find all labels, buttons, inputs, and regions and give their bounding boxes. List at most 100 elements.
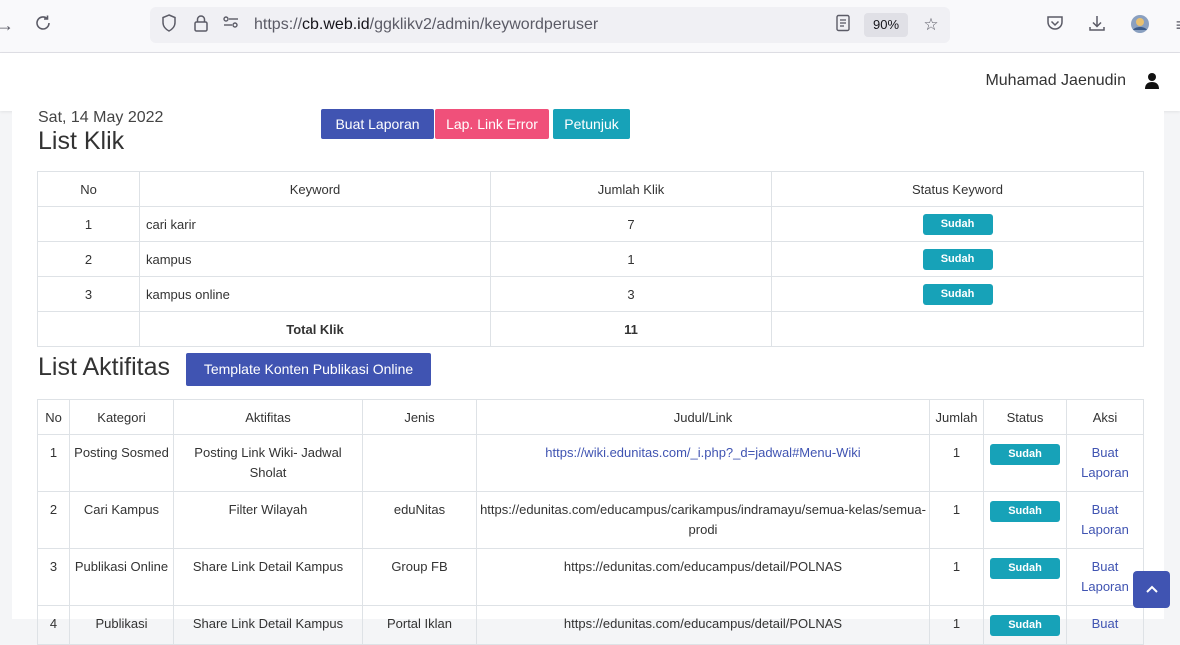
shield-icon[interactable] [158,14,180,36]
row-status: Sudah [771,241,1144,277]
column-header: Jumlah Klik [490,171,772,207]
column-header: Judul/Link [476,399,930,435]
status-badge[interactable]: Sudah [990,558,1060,579]
buat-laporan-link[interactable]: Buat Laporan [1081,445,1129,480]
row-judul: https://wiki.edunitas.com/_i.php?_d=jadw… [476,434,930,492]
column-header: Status [983,399,1067,435]
total-value: 11 [490,311,772,347]
row-jenis: Group FB [362,548,477,606]
row-aksi: Buat Laporan [1066,548,1144,606]
row-no: 1 [37,434,70,492]
row-status: Sudah [771,206,1144,242]
status-badge[interactable]: Sudah [990,444,1060,465]
row-status: Sudah [983,605,1067,645]
row-no: 2 [37,491,70,549]
row-jumlah: 1 [490,241,772,277]
row-status: Sudah [983,548,1067,606]
table-row: 4 Publikasi Share Link Detail Kampus Por… [37,605,1144,645]
reload-icon[interactable] [32,14,54,36]
empty-cell [37,311,140,347]
column-header: No [37,171,140,207]
table-header-row: No Kategori Aktifitas Jenis Judul/Link J… [37,399,1144,435]
row-status: Sudah [983,491,1067,549]
status-badge[interactable]: Sudah [990,501,1060,522]
row-jumlah: 7 [490,206,772,242]
user-icon[interactable] [1144,71,1160,91]
row-aksi: Buat [1066,605,1144,645]
column-header: No [37,399,70,435]
lap-link-error-button[interactable]: Lap. Link Error [435,109,549,139]
column-header: Aktifitas [173,399,363,435]
buat-laporan-link[interactable]: Buat Laporan [1081,502,1129,537]
column-header: Aksi [1066,399,1144,435]
lock-icon[interactable] [190,14,212,36]
reader-view-icon[interactable] [832,14,854,36]
scroll-to-top-button[interactable] [1133,571,1170,608]
row-jumlah: 1 [929,548,984,606]
row-aksi: Buat Laporan [1066,434,1144,492]
row-no: 2 [37,241,140,277]
status-badge[interactable]: Sudah [922,248,993,270]
permissions-icon[interactable] [220,14,242,36]
row-status: Sudah [771,276,1144,312]
template-konten-button[interactable]: Template Konten Publikasi Online [186,353,431,386]
status-badge[interactable]: Sudah [990,615,1060,636]
table-header-row: No Keyword Jumlah Klik Status Keyword [37,171,1144,207]
row-aktifitas: Posting Link Wiki- Jadwal Sholat [173,434,363,492]
table-row: 2 Cari Kampus Filter Wilayah eduNitas ht… [37,491,1144,549]
row-no: 1 [37,206,140,242]
address-bar[interactable]: https://cb.web.id/ggklikv2/admin/keyword… [150,7,950,43]
row-status: Sudah [983,434,1067,492]
row-jumlah: 3 [490,276,772,312]
row-jumlah: 1 [929,434,984,492]
column-header: Jenis [362,399,477,435]
table-row: 3 kampus online 3 Sudah [37,276,1144,312]
total-label: Total Klik [139,311,491,347]
row-jenis: Portal Iklan [362,605,477,645]
column-header: Status Keyword [771,171,1144,207]
row-aktifitas: Share Link Detail Kampus [173,548,363,606]
report-date: Sat, 14 May 2022 [38,109,164,126]
judul-link[interactable]: https://wiki.edunitas.com/_i.php?_d=jadw… [545,445,860,460]
table-row: 2 kampus 1 Sudah [37,241,1144,277]
empty-cell [771,311,1144,347]
total-row: Total Klik 11 [37,311,1144,347]
status-badge[interactable]: Sudah [922,283,993,305]
buat-laporan-link[interactable]: Buat Laporan [1081,559,1129,594]
buat-laporan-link[interactable]: Buat [1092,616,1119,631]
row-jenis [362,434,477,492]
row-jumlah: 1 [929,605,984,645]
row-keyword: kampus online [139,276,491,312]
user-name[interactable]: Muhamad Jaenudin [985,72,1126,90]
list-aktifitas-title: List Aktifitas [38,353,170,381]
pocket-icon[interactable] [1044,14,1066,36]
forward-icon[interactable]: → [0,14,16,36]
row-no: 3 [37,276,140,312]
petunjuk-button[interactable]: Petunjuk [553,109,630,139]
download-icon[interactable] [1086,14,1108,36]
app-header: Muhamad Jaenudin [0,53,1180,111]
row-jenis: eduNitas [362,491,477,549]
column-header: Keyword [139,171,491,207]
url-text[interactable]: https://cb.web.id/ggklikv2/admin/keyword… [254,16,598,34]
zoom-level[interactable]: 90% [864,13,908,37]
row-aktifitas: Filter Wilayah [173,491,363,549]
row-no: 4 [37,605,70,645]
row-keyword: cari karir [139,206,491,242]
column-header: Jumlah [929,399,984,435]
menu-icon[interactable]: ≡ [1170,14,1180,36]
buat-laporan-button[interactable]: Buat Laporan [321,109,434,139]
column-header: Kategori [69,399,174,435]
row-judul: https://edunitas.com/educampus/carikampu… [476,491,930,549]
browser-toolbar: → https://cb.web.id/ggklikv2/admin/keywo… [0,0,1180,53]
row-aksi: Buat Laporan [1066,491,1144,549]
bookmark-star-icon[interactable]: ☆ [920,14,942,36]
status-badge[interactable]: Sudah [922,213,993,235]
row-keyword: kampus [139,241,491,277]
row-judul: https://edunitas.com/educampus/detail/PO… [476,605,930,645]
chevron-up-icon [1145,585,1158,593]
content-card: Sat, 14 May 2022 List Klik Buat Laporan … [12,109,1164,645]
profile-avatar-icon[interactable] [1129,14,1151,36]
row-kategori: Publikasi [69,605,174,645]
list-klik-table: No Keyword Jumlah Klik Status Keyword 1 … [37,171,1144,347]
